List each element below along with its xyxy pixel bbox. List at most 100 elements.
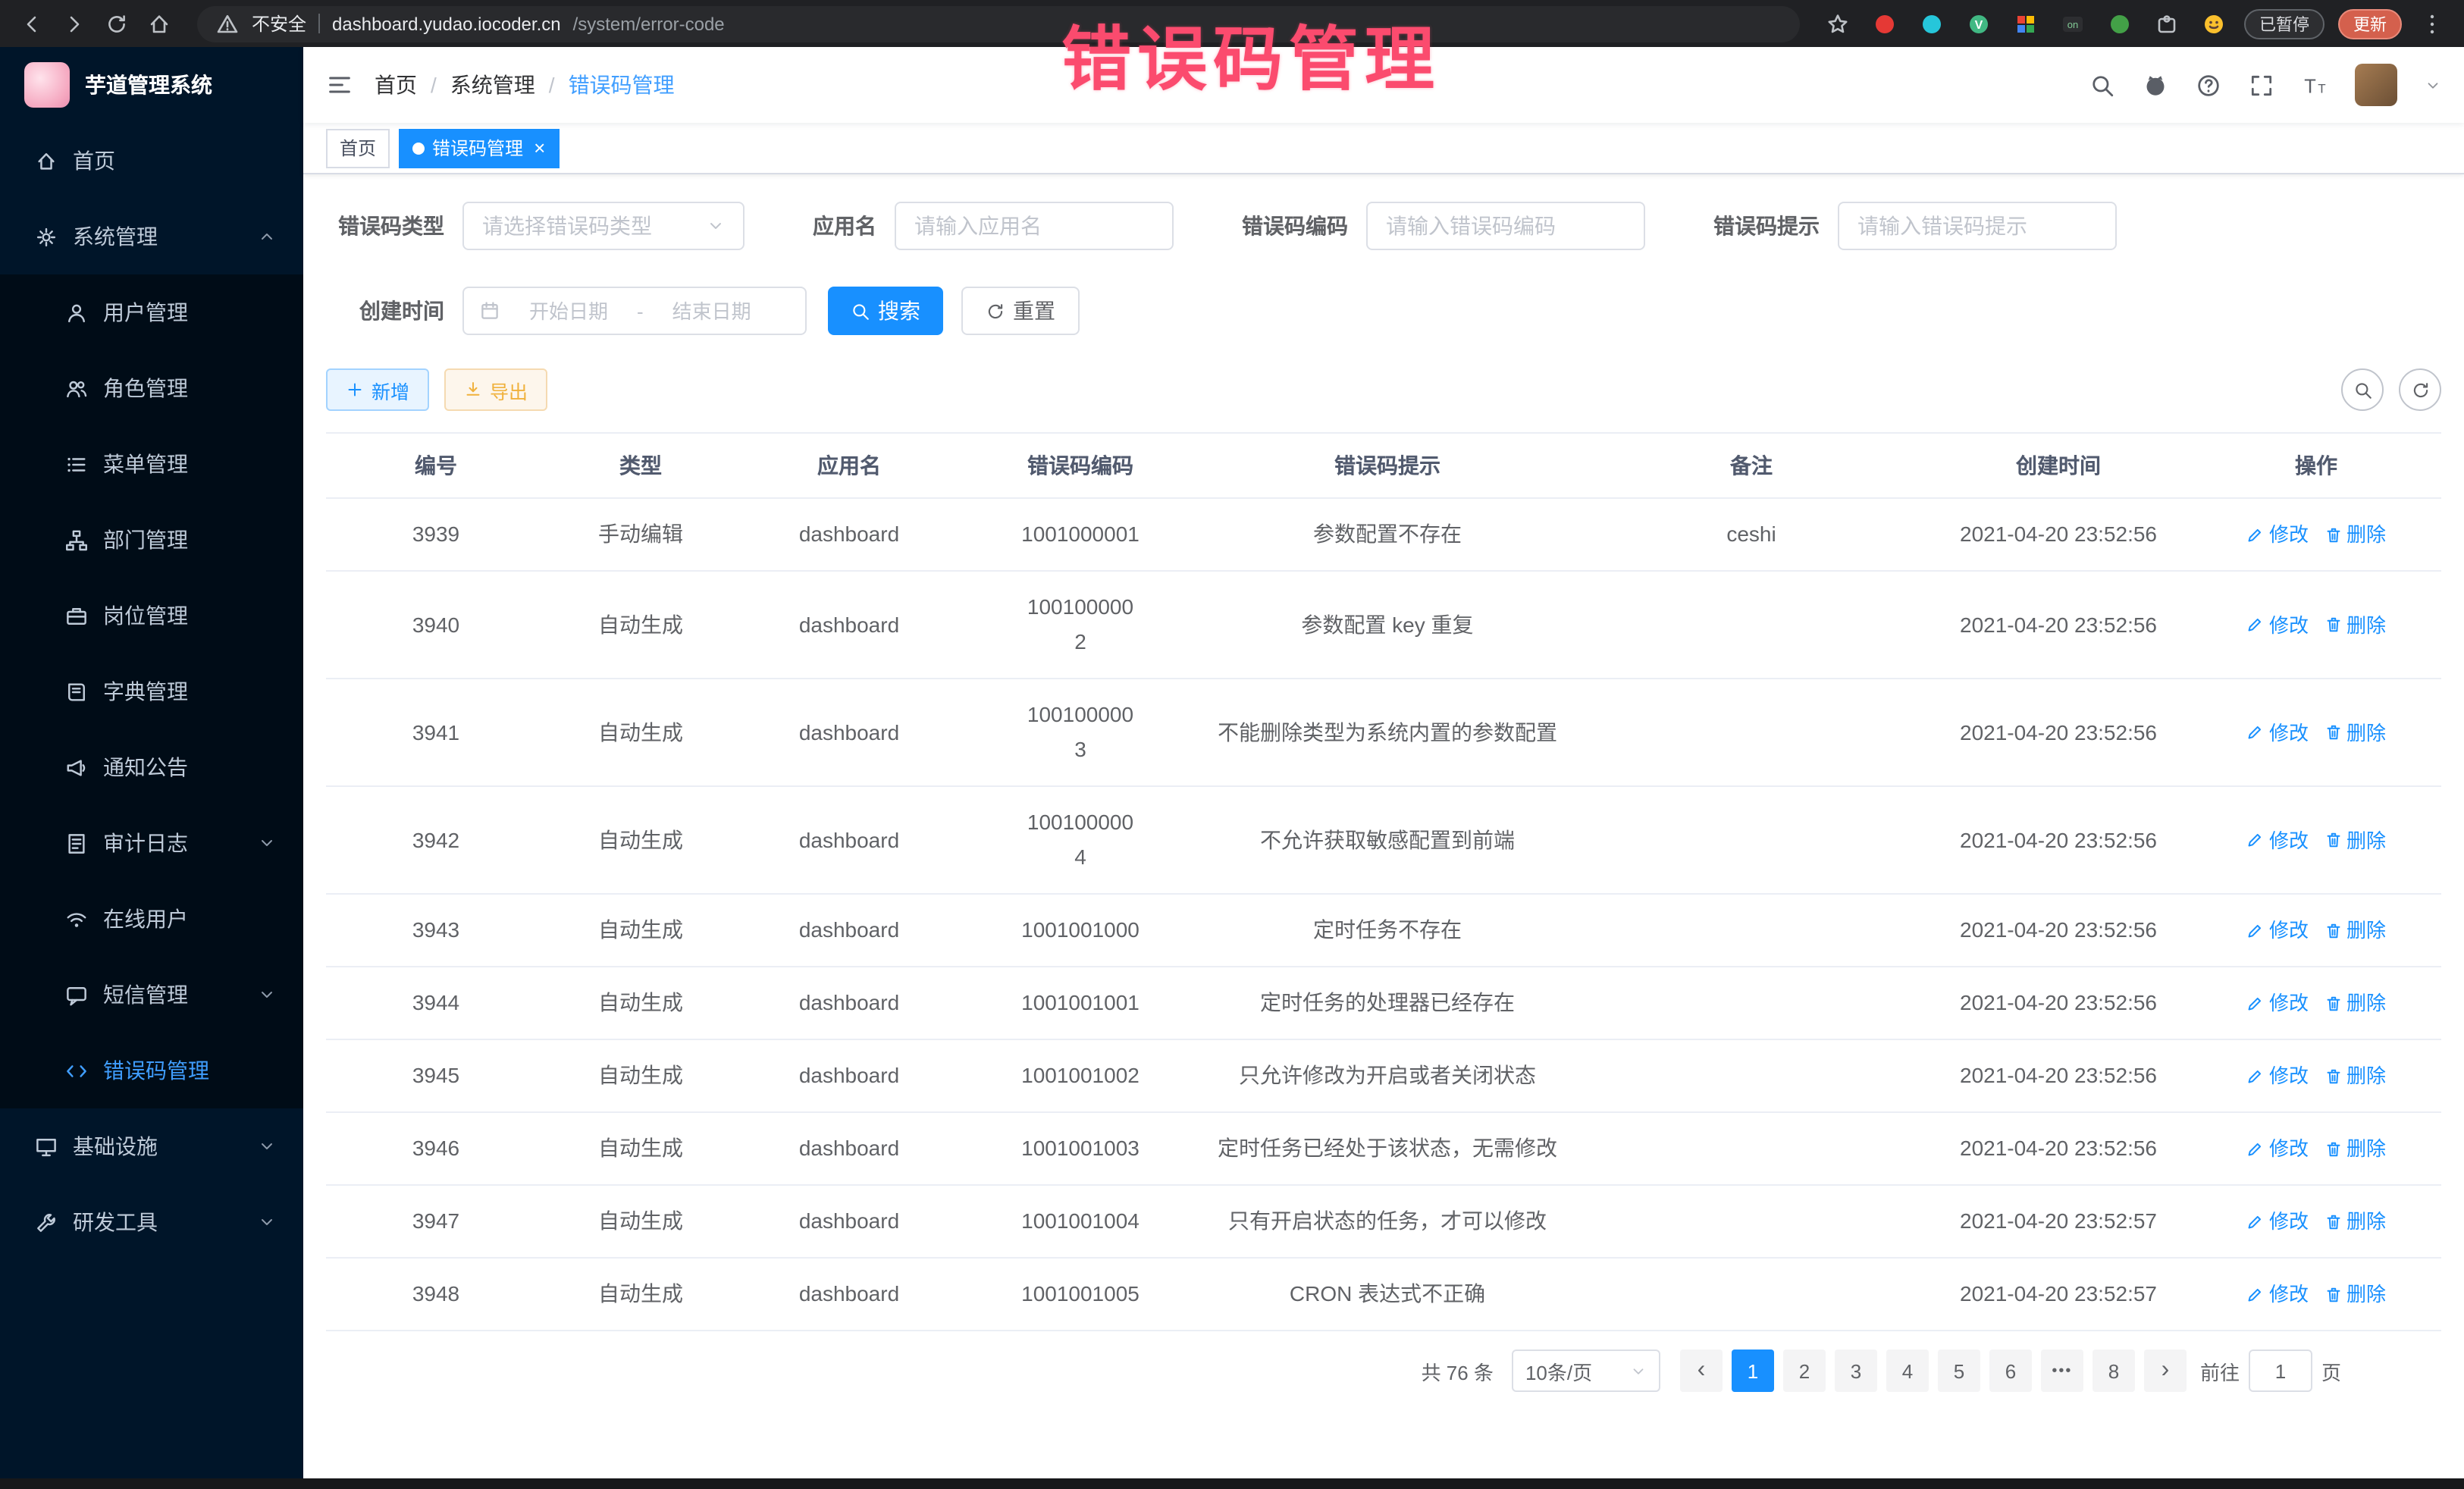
delete-link[interactable]: 删除 (2324, 1058, 2386, 1093)
tab-close-icon[interactable]: × (534, 138, 545, 158)
app-name-input[interactable] (895, 202, 1174, 250)
user-avatar[interactable] (2355, 64, 2397, 106)
delete-link[interactable]: 删除 (2324, 1277, 2386, 1312)
pagination-page-3[interactable]: 3 (1835, 1350, 1877, 1392)
row-created: 2021-04-20 23:52:56 (1926, 913, 2191, 948)
github-icon[interactable] (2143, 72, 2168, 98)
back-icon[interactable] (15, 7, 49, 40)
delete-link[interactable]: 删除 (2324, 913, 2386, 948)
toggle-search-button[interactable] (2341, 368, 2384, 411)
pagination-page-6[interactable]: 6 (1989, 1350, 2032, 1392)
sidebar-item-notice[interactable]: 通知公告 (0, 729, 303, 805)
address-bar[interactable]: 不安全 dashboard.yudao.iocoder.cn/system/er… (197, 5, 1800, 42)
teal-extension-icon[interactable] (1915, 7, 1948, 40)
sidebar-item-sms[interactable]: 短信管理 (0, 957, 303, 1033)
edit-link[interactable]: 修改 (2246, 715, 2309, 750)
font-size-icon[interactable]: TT (2302, 72, 2328, 98)
refresh-table-button[interactable] (2399, 368, 2441, 411)
sidebar-item-devtool[interactable]: 研发工具 (0, 1184, 303, 1260)
page-jump-input[interactable] (2249, 1350, 2312, 1392)
help-icon[interactable] (2196, 72, 2221, 98)
fullscreen-icon[interactable] (2249, 72, 2274, 98)
pagination-page-8[interactable]: 8 (2093, 1350, 2135, 1392)
error-code-input[interactable] (1366, 202, 1645, 250)
sidebar-item-user[interactable]: 用户管理 (0, 274, 303, 350)
sidebar-item-online[interactable]: 在线用户 (0, 881, 303, 957)
colorful-extension-icon[interactable] (2009, 7, 2042, 40)
breadcrumb-home[interactable]: 首页 (375, 70, 417, 100)
sidebar-item-dept[interactable]: 部门管理 (0, 502, 303, 578)
edit-link[interactable]: 修改 (2246, 1131, 2309, 1166)
edit-link[interactable]: 修改 (2246, 607, 2309, 642)
profile-emoji-avatar[interactable] (2197, 7, 2230, 40)
edit-link[interactable]: 修改 (2246, 1058, 2309, 1093)
sidebar-item-menu[interactable]: 菜单管理 (0, 426, 303, 502)
table-row: 3942自动生成dashboard100100000 4不允许获取敏感配置到前端… (326, 787, 2441, 895)
end-date-input[interactable] (653, 299, 771, 322)
delete-link[interactable]: 删除 (2324, 607, 2386, 642)
delete-link[interactable]: 删除 (2324, 986, 2386, 1020)
hamburger-icon[interactable] (326, 71, 353, 99)
start-date-input[interactable] (509, 299, 628, 322)
error-type-select[interactable]: 请选择错误码类型 (462, 202, 745, 250)
breadcrumb-system[interactable]: 系统管理 (450, 70, 535, 100)
pagination-prev[interactable]: ‹ (1680, 1350, 1723, 1392)
sidebar-item-post[interactable]: 岗位管理 (0, 578, 303, 654)
chrome-menu-icon[interactable] (2415, 7, 2449, 40)
pagination-page-1[interactable]: 1 (1732, 1350, 1774, 1392)
edit-link[interactable]: 修改 (2246, 823, 2309, 857)
delete-link[interactable]: 删除 (2324, 1131, 2386, 1166)
page-size-select[interactable]: 10条/页 (1512, 1350, 1660, 1392)
sidebar-item-label: 系统管理 (73, 221, 158, 252)
plus-icon (346, 381, 364, 399)
sidebar-item-system[interactable]: 系统管理 (0, 199, 303, 274)
red-extension-icon[interactable] (1868, 7, 1901, 40)
pagination-page-5[interactable]: 5 (1938, 1350, 1980, 1392)
error-message-input[interactable] (1838, 202, 2117, 250)
search-icon[interactable] (2089, 72, 2115, 98)
reset-button[interactable]: 重置 (961, 287, 1080, 335)
pagination-page-2[interactable]: 2 (1783, 1350, 1826, 1392)
edit-link[interactable]: 修改 (2246, 1204, 2309, 1239)
edit-link[interactable]: 修改 (2246, 1277, 2309, 1312)
sidebar-item-home[interactable]: 首页 (0, 123, 303, 199)
delete-link[interactable]: 删除 (2324, 823, 2386, 857)
vue-devtools-extension-icon[interactable]: V (1962, 7, 1995, 40)
export-button[interactable]: 导出 (444, 368, 547, 411)
extensions-puzzle-icon[interactable] (2150, 7, 2183, 40)
sidebar-item-infra[interactable]: 基础设施 (0, 1108, 303, 1184)
tab-home[interactable]: 首页 (326, 128, 390, 168)
row-actions: 修改删除 (2191, 715, 2441, 750)
sidebar-item-role[interactable]: 角色管理 (0, 350, 303, 426)
date-range-picker[interactable]: - (462, 287, 807, 335)
chevron-down-icon[interactable] (2425, 77, 2441, 93)
forward-icon[interactable] (58, 7, 91, 40)
sidebar-item-label: 短信管理 (103, 980, 188, 1010)
sidebar-item-dict[interactable]: 字典管理 (0, 654, 303, 729)
reload-icon[interactable] (100, 7, 133, 40)
add-button[interactable]: 新增 (326, 368, 429, 411)
edit-link[interactable]: 修改 (2246, 986, 2309, 1020)
table-row: 3944自动生成dashboard1001001001定时任务的处理器已经存在2… (326, 967, 2441, 1040)
pagination-page-4[interactable]: 4 (1886, 1350, 1929, 1392)
delete-link[interactable]: 删除 (2324, 715, 2386, 750)
delete-link[interactable]: 删除 (2324, 1204, 2386, 1239)
pagination-next[interactable]: › (2144, 1350, 2187, 1392)
sidebar-item-label: 在线用户 (103, 904, 188, 934)
pagination-more[interactable]: ••• (2041, 1350, 2083, 1392)
search-button[interactable]: 搜索 (828, 287, 943, 335)
app-logo[interactable]: 芋道管理系统 (0, 47, 303, 123)
bookmark-star-icon[interactable] (1821, 7, 1854, 40)
sidebar-item-audit[interactable]: 审计日志 (0, 805, 303, 881)
tab-active[interactable]: 错误码管理× (399, 128, 559, 168)
green-extension-icon[interactable] (2103, 7, 2136, 40)
update-button[interactable]: 更新 (2338, 8, 2402, 39)
paused-badge[interactable]: 已暂停 (2244, 8, 2324, 39)
home-icon[interactable] (143, 7, 176, 40)
sidebar-item-errorcode[interactable]: 错误码管理 (0, 1033, 303, 1108)
edit-link[interactable]: 修改 (2246, 913, 2309, 948)
on-badge-extension-icon[interactable]: on (2056, 7, 2089, 40)
sidebar-item-label: 首页 (73, 146, 115, 176)
delete-link[interactable]: 删除 (2324, 517, 2386, 552)
edit-link[interactable]: 修改 (2246, 517, 2309, 552)
